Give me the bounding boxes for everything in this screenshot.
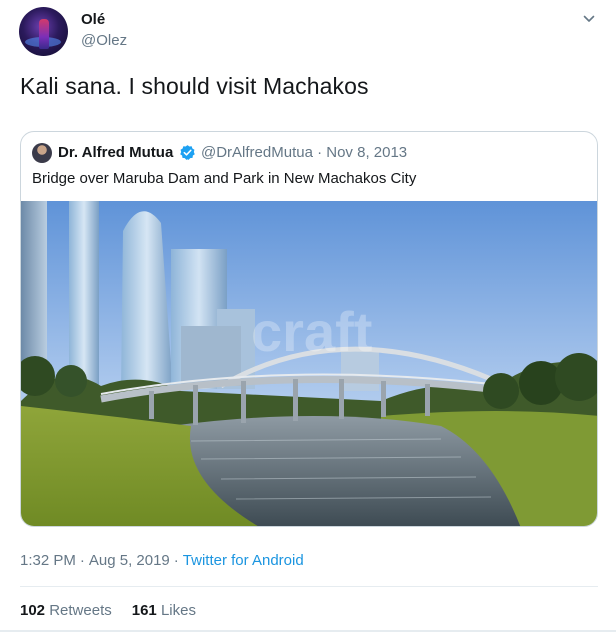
tweet-time[interactable]: 1:32 PM [20,552,76,569]
quoted-tweet-text: Bridge over Maruba Dam and Park in New M… [32,170,417,187]
author-handle[interactable]: @Olez [81,32,127,49]
quoted-author-avatar [32,143,52,163]
author-avatar[interactable] [19,7,68,56]
divider [20,586,598,587]
quoted-author-handle-date: @DrAlfredMutua · Nov 8, 2013 [201,144,408,161]
quoted-tweet[interactable]: Dr. Alfred Mutua @DrAlfredMutua · Nov 8,… [20,131,598,527]
image-watermark: craft [251,300,372,363]
likes-label: Likes [160,602,196,619]
tweet-card: Olé @Olez Kali sana. I should visit Mach… [0,0,616,632]
likes-count: 161 [131,602,157,619]
meta-separator: · [173,552,179,569]
chevron-down-icon[interactable] [583,13,595,25]
bridge-rendering-image[interactable]: craft [21,201,598,527]
likes-stat[interactable]: 161 Likes [132,602,196,619]
quoted-author-name: Dr. Alfred Mutua [58,144,174,161]
verified-badge-icon [180,145,195,160]
tweet-text: Kali sana. I should visit Machakos [20,73,369,99]
author-display-name[interactable]: Olé [81,11,105,28]
retweets-stat[interactable]: 102 Retweets [20,602,112,619]
tweet-stats: 102 Retweets 161 Likes [20,602,196,619]
meta-separator: · [79,552,85,569]
retweets-label: Retweets [49,602,112,619]
tweet-source-link[interactable]: Twitter for Android [183,552,304,569]
tweet-date[interactable]: Aug 5, 2019 [89,552,170,569]
tweet-meta: 1:32 PM · Aug 5, 2019 · Twitter for Android [20,552,304,569]
retweets-count: 102 [20,602,46,619]
